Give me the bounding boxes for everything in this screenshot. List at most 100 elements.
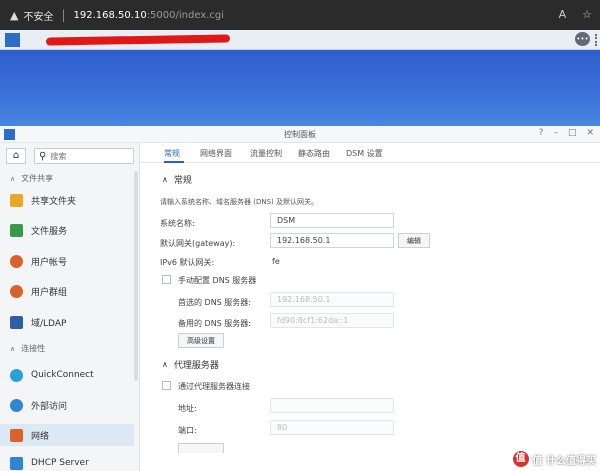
bar-separator: | [61,8,66,22]
search-box[interactable]: ⚲ [34,148,134,164]
insecure-label[interactable]: 不安全 [23,8,53,23]
read-aloud-icon[interactable]: A [559,8,567,21]
quickconnect-icon [10,368,23,382]
sidebar-item-file-services[interactable]: 文件服务 [0,219,134,241]
proxy-address-input[interactable] [270,398,394,413]
url-path: :5000/index.cgi [146,9,225,21]
more-icon[interactable] [595,34,598,46]
sidebar-item-label: 文件服务 [31,226,68,237]
network-icon [10,428,23,442]
browser-actions: A ☆ [559,8,592,21]
sidebar-item-label: 用户帐号 [31,257,68,268]
sidebar-item-domain-ldap[interactable]: 域/LDAP [0,311,134,333]
sidebar-item-label: 网络 [31,431,50,442]
dsm-taskbar: ••• [0,30,600,50]
sidebar-item-label: 共享文件夹 [31,196,77,207]
minimize-icon[interactable]: – [553,128,558,138]
tab-bar: 常规 网络界面 流量控制 静态路由 DSM 设置 [140,143,600,163]
proxy-connect-label: 通过代理服务器连接 [178,382,250,391]
gateway-input[interactable]: 192.168.50.1 [270,233,394,248]
preferred-dns-label: 首选的 DNS 服务器: [178,298,252,307]
sidebar-item-external-access[interactable]: 外部访问 [0,394,134,416]
server-name-input[interactable]: DSM [270,213,394,228]
sidebar-section-file-sharing[interactable]: ∧ 文件共享 [10,173,53,184]
warning-icon: ▲ [10,8,19,22]
sidebar-section-connectivity[interactable]: ∧ 连接性 [10,343,45,354]
group-icon [10,284,23,298]
browser-address-bar: ▲ 不安全 | 192.168.50.10:5000/index.cgi A ☆ [0,0,600,30]
sidebar-item-group[interactable]: 用户群组 [0,280,134,302]
url-host: 192.168.50.10 [73,9,147,21]
sidebar-item-label: QuickConnect [31,370,94,380]
chevron-up-icon: ∧ [162,360,168,369]
chevron-up-icon: ∧ [162,175,168,184]
globe-icon [10,398,23,412]
sidebar-item-quickconnect[interactable]: QuickConnect [0,364,134,386]
dsm-main-menu-icon[interactable] [5,33,20,47]
proxy-checkbox[interactable] [162,381,171,390]
sidebar-item-network[interactable]: 网络 [0,424,134,446]
tab-general[interactable]: 常规 [164,148,180,159]
tab-static-route[interactable]: 静态路由 [298,148,330,159]
chevron-up-icon: ∧ [10,174,16,183]
domain-ldap-icon [10,315,23,329]
gateway-label: 默认网关(gateway): [160,239,236,248]
sidebar-item-label: 域/LDAP [31,318,67,329]
redaction-mark [45,34,231,46]
help-icon[interactable]: ? [539,128,544,138]
sidebar-item-label: 外部访问 [31,401,68,412]
section-title: 代理服务器 [173,361,219,371]
window-title: 控制面板 [284,130,316,139]
chat-icon[interactable]: ••• [575,32,590,46]
sidebar-item-shared-folder[interactable]: 共享文件夹 [0,189,134,211]
general-settings-panel: ∧ 常规 请输入系统名称、域名服务器 (DNS) 及默认网关。 系统名称: DS… [140,163,600,471]
alternate-dns-input[interactable]: fd90:8cf1:62da::1 [270,313,394,328]
sidebar-item-label: DHCP Server [31,458,89,468]
search-icon: ⚲ [39,150,47,162]
alternate-dns-label: 备用的 DNS 服务器: [178,319,252,328]
proxy-advanced-button-partial[interactable] [178,443,224,453]
sidebar-item-user[interactable]: 用户帐号 [0,250,134,272]
preferred-dns-input[interactable]: 192.168.50.1 [270,292,394,307]
window-title-bar[interactable]: 控制面板 ? – □ ✕ [0,126,600,143]
url-field[interactable]: 192.168.50.10:5000/index.cgi [74,10,225,21]
tab-traffic-control[interactable]: 流量控制 [250,148,282,159]
server-name-label: 系统名称: [160,219,195,228]
folder-icon [10,193,23,207]
search-input[interactable] [50,151,131,161]
favorite-star-icon[interactable]: ☆ [582,8,592,21]
edit-gateway-button[interactable]: 编辑 [398,233,430,248]
sidebar-item-label: 用户群组 [31,287,68,298]
watermark-text: 值 什么值得买 [532,455,596,467]
watermark: 值 值 什么值得买 [512,451,596,467]
tab-network-interface[interactable]: 网络界面 [200,148,232,159]
file-services-icon [10,223,23,237]
chevron-up-icon: ∧ [10,344,16,353]
proxy-address-label: 地址: [178,404,197,413]
sidebar-scrollbar[interactable] [134,171,138,381]
home-button[interactable]: ⌂ [6,148,26,164]
section-label: 连接性 [21,344,46,353]
proxy-port-input[interactable]: 80 [270,420,394,435]
ipv6-gateway-value: fe [272,257,280,266]
ipv6-gateway-label: IPv6 默认网关: [160,258,215,267]
section-label: 文件共享 [21,174,54,183]
manual-dns-checkbox[interactable] [162,275,171,284]
proxy-port-label: 端口: [178,426,197,435]
home-icon: ⌂ [12,150,20,161]
maximize-icon[interactable]: □ [568,128,577,138]
section-title: 常规 [173,176,192,186]
general-description: 请输入系统名称、域名服务器 (DNS) 及默认网关。 [160,198,318,206]
tab-dsm-settings[interactable]: DSM 设置 [346,148,383,159]
sidebar-item-dhcp-server[interactable]: DHCP Server [0,452,134,471]
general-section-header[interactable]: ∧ 常规 [162,173,192,186]
sidebar: ⌂ ⚲ ∧ 文件共享 共享文件夹 文件服务 用户帐号 用户群组 域/LDAP [0,143,140,471]
manual-dns-label: 手动配置 DNS 服务器 [178,276,257,285]
watermark-logo-icon: 值 [512,451,529,467]
control-panel-window: 控制面板 ? – □ ✕ ⌂ ⚲ ∧ 文件共享 共享文件夹 文件服务 用户 [0,126,600,471]
user-icon [10,254,23,268]
proxy-section-header[interactable]: ∧ 代理服务器 [162,358,219,371]
advanced-settings-button[interactable]: 高级设置 [178,333,224,348]
dsm-desktop [0,50,600,126]
close-icon[interactable]: ✕ [586,128,594,138]
